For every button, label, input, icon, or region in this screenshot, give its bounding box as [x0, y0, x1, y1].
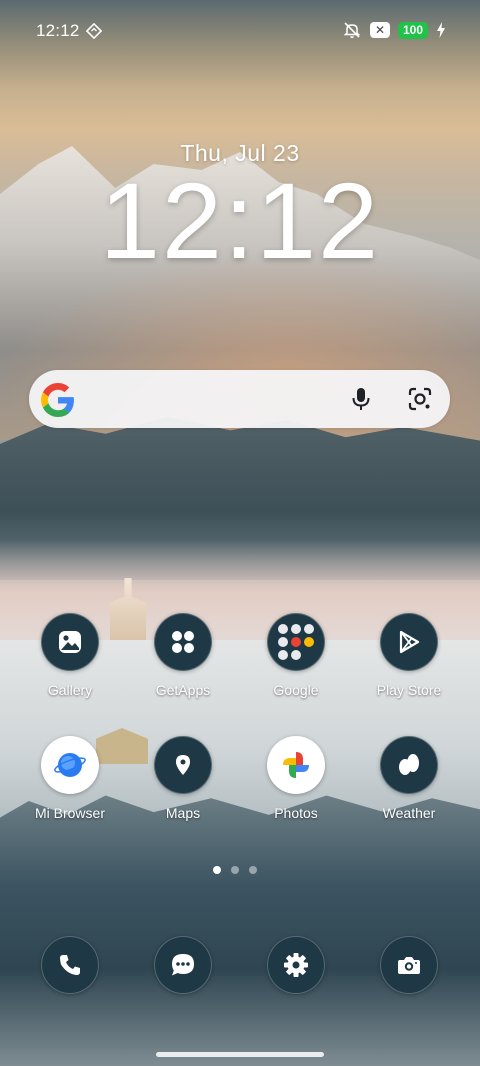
- app-getapps[interactable]: GetApps: [133, 613, 233, 698]
- app-label: Photos: [274, 805, 318, 821]
- page-indicator[interactable]: [213, 866, 257, 874]
- status-time: 12:12: [36, 21, 80, 40]
- charging-bolt-icon: [437, 22, 445, 38]
- messages-icon: [172, 954, 194, 976]
- wallpaper-forest-front: [0, 795, 480, 1066]
- maps-icon: [154, 736, 212, 794]
- google-lens-icon[interactable]: [407, 386, 433, 412]
- page-dot[interactable]: [231, 866, 239, 874]
- weather-icon: [380, 736, 438, 794]
- play-store-icon: [380, 613, 438, 671]
- x-badge-icon: ✕: [369, 22, 390, 38]
- gesture-navigation-bar[interactable]: [156, 1052, 324, 1057]
- diamond-sync-icon: [86, 23, 102, 39]
- app-label: GetApps: [155, 682, 211, 698]
- folder-preview-grid: [278, 624, 314, 660]
- status-right-icons: ✕ 100: [342, 20, 446, 40]
- microphone-icon[interactable]: [348, 386, 374, 412]
- app-weather[interactable]: Weather: [359, 736, 459, 821]
- app-mi-browser[interactable]: Mi Browser: [20, 736, 120, 821]
- app-label: Mi Browser: [34, 805, 105, 821]
- app-label: Weather: [382, 805, 436, 821]
- google-search-bar[interactable]: [29, 370, 450, 428]
- photos-icon: [267, 736, 325, 794]
- clock-widget[interactable]: Thu, Jul 23 12:12: [0, 140, 480, 277]
- getapps-icon: [154, 613, 212, 671]
- app-photos[interactable]: Photos: [246, 736, 346, 821]
- gallery-icon: [41, 613, 99, 671]
- settings-icon: [284, 953, 308, 977]
- google-folder-icon: [267, 613, 325, 671]
- dock-messages[interactable]: [154, 936, 212, 994]
- app-label: Maps: [165, 805, 201, 821]
- google-g-icon: [41, 383, 74, 417]
- dock-camera[interactable]: [380, 936, 438, 994]
- app-label: Gallery: [47, 682, 93, 698]
- camera-icon: [398, 957, 420, 974]
- dock-phone[interactable]: [41, 936, 99, 994]
- app-label: Play Store: [376, 682, 442, 698]
- app-label: Google: [273, 682, 319, 698]
- status-bar: 12:12 ✕ 100: [0, 0, 480, 60]
- mute-icon: [343, 22, 361, 38]
- phone-icon: [60, 955, 80, 975]
- app-play-store[interactable]: Play Store: [359, 613, 459, 698]
- clock-time: 12:12: [99, 160, 381, 281]
- dock-settings[interactable]: [267, 936, 325, 994]
- app-google-folder[interactable]: Google: [246, 613, 346, 698]
- battery-level: 100: [397, 21, 428, 39]
- page-dot-active[interactable]: [213, 866, 221, 874]
- app-gallery[interactable]: Gallery: [20, 613, 120, 698]
- page-dot[interactable]: [249, 866, 257, 874]
- app-maps[interactable]: Maps: [133, 736, 233, 821]
- browser-icon: [41, 736, 99, 794]
